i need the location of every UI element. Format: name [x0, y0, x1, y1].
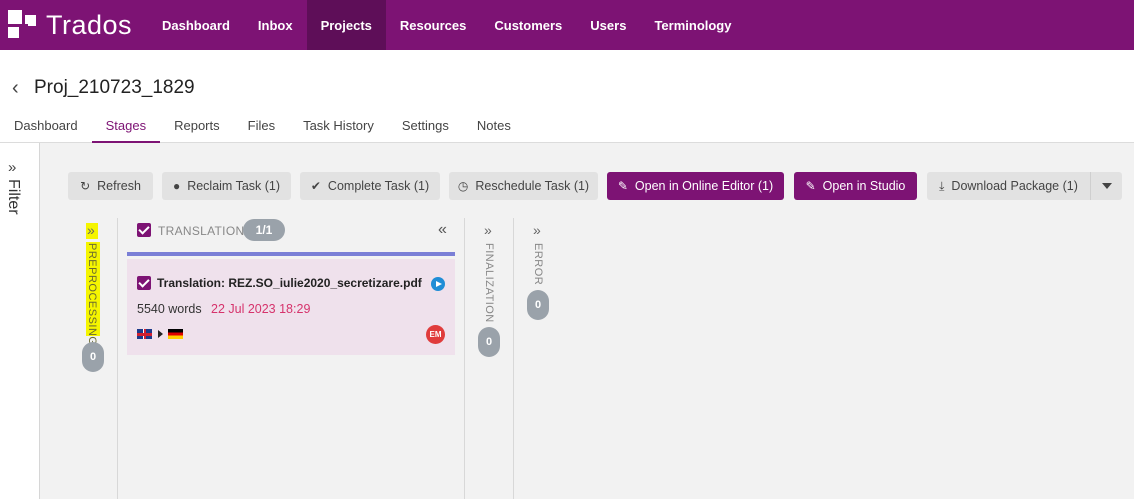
- tab-reports[interactable]: Reports: [160, 112, 234, 143]
- play-icon[interactable]: [431, 277, 445, 291]
- complete-task-label: Complete Task (1): [327, 179, 430, 193]
- check-icon: ✔: [310, 179, 321, 193]
- double-chevron-left-icon[interactable]: «: [438, 221, 447, 239]
- expand-error-icon[interactable]: »: [533, 222, 541, 238]
- filter-panel-toggle[interactable]: » Filter: [0, 143, 40, 499]
- filter-label: Filter: [5, 179, 22, 215]
- stage-finalization-count: 0: [478, 327, 500, 357]
- germany-flag-icon: [168, 329, 183, 339]
- open-online-editor-button[interactable]: ✎ Open in Online Editor (1): [607, 172, 784, 200]
- stage-error-count: 0: [527, 290, 549, 320]
- reclaim-task-button[interactable]: ● Reclaim Task (1): [162, 172, 291, 200]
- expand-preprocessing-icon[interactable]: »: [87, 222, 95, 238]
- brand-name: Trados: [46, 9, 133, 40]
- open-in-studio-button[interactable]: ✎ Open in Studio: [794, 172, 917, 200]
- nav-dashboard[interactable]: Dashboard: [148, 0, 244, 50]
- brand-logo[interactable]: Trados: [0, 0, 148, 50]
- arrow-right-icon: [158, 330, 163, 338]
- project-tabs: Dashboard Stages Reports Files Task Hist…: [0, 112, 1134, 143]
- top-navigation-bar: Trados Dashboard Inbox Projects Resource…: [0, 0, 1134, 50]
- expand-finalization-icon[interactable]: »: [484, 222, 492, 238]
- task-card[interactable]: Translation: REZ.SO_iulie2020_secretizar…: [127, 259, 455, 355]
- chevron-left-icon[interactable]: ‹: [12, 77, 32, 100]
- trados-logo-icon: [8, 10, 36, 38]
- edit-icon: ✎: [617, 179, 628, 193]
- double-chevron-right-icon[interactable]: »: [8, 159, 16, 176]
- complete-task-button[interactable]: ✔ Complete Task (1): [300, 172, 440, 200]
- open-online-editor-label: Open in Online Editor (1): [634, 179, 774, 193]
- caret-down-icon: [1101, 183, 1112, 189]
- task-word-count: 5540 words: [137, 302, 202, 316]
- download-package-button[interactable]: ⤓ Download Package (1): [927, 172, 1090, 200]
- download-package-label: Download Package (1): [951, 179, 1078, 193]
- tab-files[interactable]: Files: [234, 112, 289, 143]
- stage-finalization-label[interactable]: FINALIZATION: [483, 243, 495, 323]
- user-icon: ●: [172, 179, 181, 193]
- refresh-label: Refresh: [97, 179, 141, 193]
- task-checkbox[interactable]: [137, 276, 151, 290]
- column-divider: [464, 218, 465, 499]
- nav-users[interactable]: Users: [576, 0, 640, 50]
- task-due-date: 22 Jul 2023 18:29: [211, 302, 311, 316]
- assignee-avatar[interactable]: EM: [426, 325, 445, 344]
- clock-icon: ◷: [457, 179, 469, 193]
- project-header: ‹ Proj_210723_1829: [12, 76, 195, 100]
- stages-board: » Filter ↻ Refresh ● Reclaim Task (1) ✔ …: [0, 143, 1134, 499]
- reclaim-task-label: Reclaim Task (1): [187, 179, 281, 193]
- nav-inbox[interactable]: Inbox: [244, 0, 307, 50]
- download-icon: ⤓: [939, 178, 945, 193]
- nav-resources[interactable]: Resources: [386, 0, 480, 50]
- column-divider: [513, 218, 514, 499]
- project-title: Proj_210723_1829: [34, 77, 195, 98]
- reschedule-task-label: Reschedule Task (1): [475, 179, 590, 193]
- nav-customers[interactable]: Customers: [480, 0, 576, 50]
- stage-translation-label: TRANSLATION: [158, 224, 245, 238]
- nav-terminology[interactable]: Terminology: [640, 0, 745, 50]
- stage-preprocessing-count: 0: [82, 342, 104, 372]
- tab-stages[interactable]: Stages: [91, 112, 161, 143]
- stage-translation-count: 1/1: [243, 219, 285, 241]
- stage-progress-line: [127, 252, 455, 256]
- task-title[interactable]: Translation: REZ.SO_iulie2020_secretizar…: [157, 276, 422, 290]
- tab-dashboard[interactable]: Dashboard: [0, 112, 92, 143]
- refresh-icon: ↻: [80, 179, 91, 193]
- tab-task-history[interactable]: Task History: [289, 112, 388, 143]
- stage-select-all-checkbox[interactable]: [137, 223, 151, 237]
- tab-notes[interactable]: Notes: [463, 112, 525, 143]
- stage-preprocessing-label[interactable]: PREPROCESSING: [86, 243, 98, 345]
- open-in-studio-label: Open in Studio: [822, 179, 906, 193]
- reschedule-task-button[interactable]: ◷ Reschedule Task (1): [449, 172, 598, 200]
- stage-error-label[interactable]: ERROR: [532, 243, 544, 285]
- edit-icon: ✎: [805, 179, 816, 193]
- uk-flag-icon: [137, 329, 152, 339]
- nav-projects[interactable]: Projects: [306, 0, 386, 50]
- download-options-dropdown[interactable]: [1090, 172, 1122, 200]
- tab-settings[interactable]: Settings: [388, 112, 463, 143]
- refresh-button[interactable]: ↻ Refresh: [68, 172, 153, 200]
- column-divider: [117, 218, 118, 499]
